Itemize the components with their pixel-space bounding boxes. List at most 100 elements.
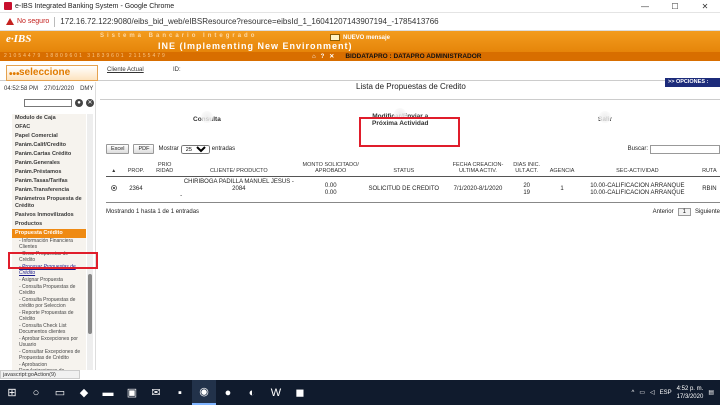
excel-button[interactable]: Excel xyxy=(106,144,130,154)
table-row[interactable]: 2364 CHIRIBOGA PADILLA MANUEL JESUS - 20… xyxy=(106,176,720,203)
minimize-icon[interactable]: — xyxy=(630,0,660,13)
menu-item[interactable]: Parámetros Propuesta de Crédito xyxy=(12,195,86,211)
clear-icon[interactable]: ✕ xyxy=(86,99,94,107)
chrome-icon[interactable]: ◉ xyxy=(192,380,216,405)
clock[interactable]: 4:52 p. m. 17/3/2020 xyxy=(677,385,704,401)
view-icon[interactable]: ● xyxy=(75,99,83,107)
word-icon[interactable]: W xyxy=(264,380,288,405)
menu-item[interactable]: Papel Comercial xyxy=(12,132,86,141)
col-client[interactable]: CLIENTE/ PRODUCTO xyxy=(179,160,299,177)
main-content: >> OPCIONES : Lista de Propuestas de Cre… xyxy=(100,78,720,370)
menu-item[interactable]: - Consulta Propuestas de Crédito xyxy=(12,284,86,296)
col-select[interactable]: ▲ xyxy=(106,160,122,177)
col-priority[interactable]: PRIO RIDAD xyxy=(150,160,180,177)
address-bar[interactable]: No seguro 172.16.72.122:9080/eibs_bid_we… xyxy=(0,13,720,31)
next-page-button[interactable]: Siguiente xyxy=(695,209,720,215)
entries-label: entradas xyxy=(211,146,236,152)
notifications-icon[interactable]: ▤ xyxy=(708,389,714,396)
not-secure-indicator[interactable]: No seguro xyxy=(6,18,49,25)
col-activity[interactable]: SEC-ACTIVIDAD xyxy=(582,160,693,177)
menu-item[interactable]: Parám.Generales xyxy=(12,159,86,168)
app-header: e·IBS Sistema Bancario Integrado INE (Im… xyxy=(0,31,720,61)
scrollbar-thumb[interactable] xyxy=(88,274,92,334)
consulta-action[interactable]: Consulta xyxy=(193,111,221,123)
search-label: Buscar: xyxy=(627,146,648,152)
col-amount[interactable]: MONTO SOLICITADO/ APROBADO xyxy=(298,160,363,177)
menu-item[interactable]: - Información Financiera Clientes xyxy=(12,238,86,250)
search-icon[interactable]: ○ xyxy=(24,380,48,405)
language-indicator[interactable]: ESP xyxy=(660,390,672,396)
page-1-button[interactable]: 1 xyxy=(677,208,691,216)
app-icon-1[interactable]: ● xyxy=(216,380,240,405)
menu-item[interactable]: Parám.Transferencia xyxy=(12,186,86,195)
system-tray: ^ ▭ ◁ ESP 4:52 p. m. 17/3/2020 ▤ xyxy=(631,385,720,401)
cell-client: CHIRIBOGA PADILLA MANUEL JESUS - 2084 - xyxy=(179,176,299,203)
menu-item[interactable]: - Reporte Propuestas de Crédito xyxy=(12,310,86,322)
salir-action[interactable]: Salir xyxy=(598,111,612,123)
col-route[interactable]: RUTA xyxy=(692,160,720,177)
close-window-icon[interactable]: ✕ xyxy=(690,0,720,13)
row-radio[interactable] xyxy=(110,185,117,191)
menu-scrollbar[interactable] xyxy=(87,114,93,370)
menu-item[interactable]: Parám.Cartas Crédito xyxy=(12,150,86,159)
terminal-icon[interactable]: ▪ xyxy=(168,380,192,405)
help-icon[interactable]: ? xyxy=(321,54,325,60)
proposals-table: ▲ PROP. PRIO RIDAD CLIENTE/ PRODUCTO MON… xyxy=(106,160,720,203)
network-icon[interactable]: ▭ xyxy=(639,389,645,396)
menu-item[interactable]: OFAC xyxy=(12,123,86,132)
options-button[interactable]: >> OPCIONES : xyxy=(665,78,720,87)
mail-icon[interactable]: ✉ xyxy=(144,380,168,405)
not-secure-label: No seguro xyxy=(17,18,50,25)
menu-item[interactable]: - Consulta Check List Documentos cliente… xyxy=(12,323,86,335)
store-icon[interactable]: ▣ xyxy=(120,380,144,405)
highlight-box-menu xyxy=(8,252,98,269)
seleccione-button[interactable]: ••• seleccione xyxy=(6,65,98,81)
menu-item[interactable]: - Aprobacion Regularizaciones de Excepci… xyxy=(12,362,86,370)
session-time: 04:52:58 PM 27/01/2020 DMY xyxy=(4,86,94,92)
file-explorer-icon[interactable]: ▬ xyxy=(96,380,120,405)
app-icon-3[interactable]: ◼ xyxy=(288,380,312,405)
search-input[interactable] xyxy=(650,144,720,154)
col-days[interactable]: DIAS INIC. ULT.ACT. xyxy=(511,160,543,177)
col-agency[interactable]: AGENCIA xyxy=(542,160,583,177)
menu-item[interactable]: Propuesta Crédito xyxy=(12,229,86,238)
current-client-link[interactable]: Cliente Actual xyxy=(107,67,144,73)
maximize-icon[interactable]: ☐ xyxy=(660,0,690,13)
menu-item[interactable]: Pasivos Inmovilizados xyxy=(12,211,86,220)
app-icon-2[interactable]: ◐ xyxy=(240,380,264,405)
dropbox-icon[interactable]: ◆ xyxy=(72,380,96,405)
page-size-select[interactable]: 25 xyxy=(180,144,210,154)
menu-item[interactable]: Parám.Calif/Credito xyxy=(12,141,86,150)
pdf-button[interactable]: PDF xyxy=(133,144,155,154)
volume-icon[interactable]: ◁ xyxy=(650,389,655,396)
menu-item[interactable]: Parám.Tasas/Tarifas xyxy=(12,177,86,186)
task-view-icon[interactable]: ▭ xyxy=(48,380,72,405)
col-dates[interactable]: FECHA CREACION-ULTIMA ACTIV. xyxy=(444,160,512,177)
prev-page-button[interactable]: Anterior xyxy=(653,209,674,215)
page-title: Lista de Propuestas de Credito xyxy=(356,82,466,91)
col-prop[interactable]: PROP. xyxy=(121,160,151,177)
menu-search-input[interactable] xyxy=(24,99,72,107)
menu-search: ● ✕ xyxy=(24,99,94,107)
cell-dates: 7/1/2020-8/1/2020 xyxy=(444,176,512,203)
warning-icon xyxy=(6,18,14,25)
menu-item[interactable]: - Aprobar Excepciones por Usuario xyxy=(12,336,86,348)
new-message-link[interactable]: NUEVO mensaje xyxy=(330,34,390,41)
cell-agency: 1 xyxy=(542,176,583,203)
url-text[interactable]: 172.16.72.122:9080/eibs_bid_web/eIBSReso… xyxy=(60,17,438,26)
close-icon[interactable]: ✕ xyxy=(329,53,334,60)
col-status[interactable]: STATUS xyxy=(362,160,445,177)
menu-item[interactable]: - Consultar Excepciones de Propuestas de… xyxy=(12,349,86,361)
chevron-up-icon[interactable]: ^ xyxy=(631,390,634,396)
table-footer: Mostrando 1 hasta 1 de 1 entradas Anteri… xyxy=(106,207,720,217)
windows-start-icon[interactable]: ⊞ xyxy=(0,380,24,405)
table-controls: Excel PDF Mostrar 25 entradas Buscar: xyxy=(106,143,720,155)
home-icon[interactable]: ⌂ xyxy=(312,54,316,60)
menu-item[interactable]: Parám.Préstamos xyxy=(12,168,86,177)
menu-item[interactable]: Productos xyxy=(12,220,86,229)
menu-item[interactable]: Modulo de Caja xyxy=(12,114,86,123)
menu-item[interactable]: - Asignar Propuesta xyxy=(12,277,86,283)
menu-item[interactable]: - Consulta Propuestas de crédito por Sel… xyxy=(12,297,86,309)
window-titlebar: e-IBS Integrated Banking System - Google… xyxy=(0,0,720,13)
sort-icon: ▲ xyxy=(111,168,117,174)
